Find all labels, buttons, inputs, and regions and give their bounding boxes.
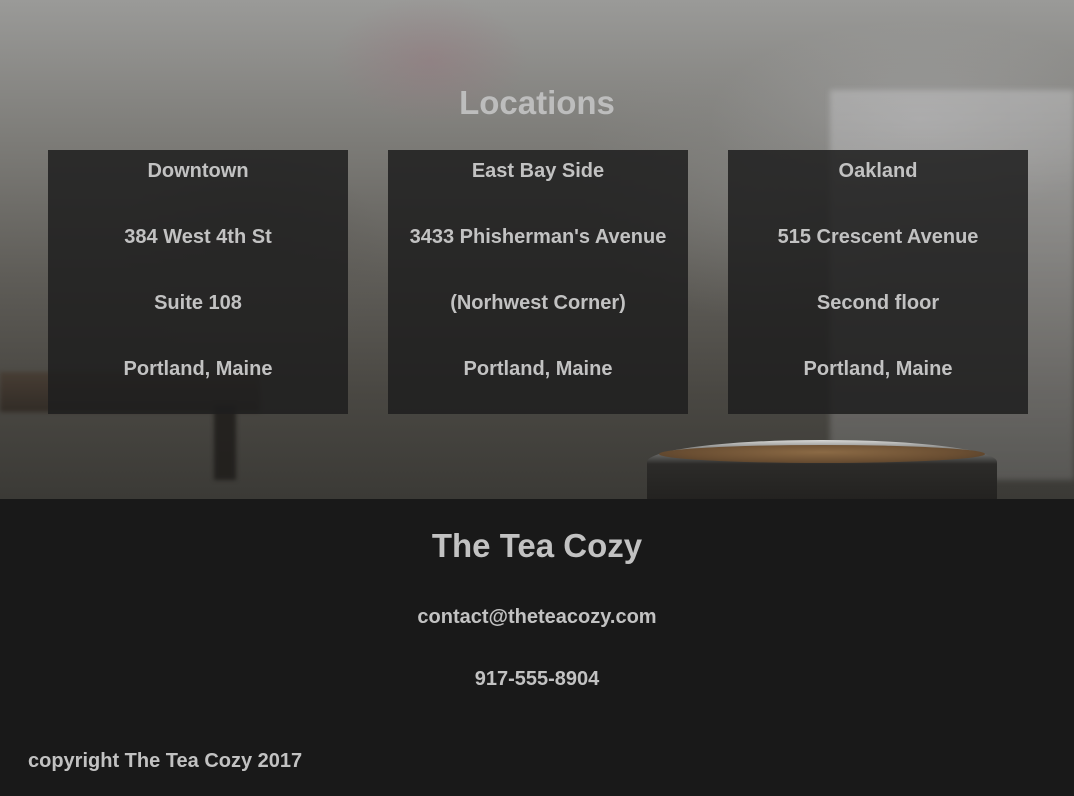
location-name: Downtown	[147, 160, 249, 182]
footer-email-link[interactable]: contact@theteacozy.com	[0, 606, 1074, 629]
footer-copyright: copyright The Tea Cozy 2017	[28, 750, 303, 772]
location-city: Portland, Maine	[803, 358, 953, 380]
location-city: Portland, Maine	[123, 358, 273, 380]
footer-brand: The Tea Cozy	[431, 527, 643, 564]
location-city: Portland, Maine	[463, 358, 613, 380]
location-address-line2: Suite 108	[154, 292, 242, 314]
location-address-line1: 3433 Phisherman's Avenue	[409, 226, 667, 248]
coffee-surface	[659, 445, 985, 463]
location-card-downtown: Downtown 384 West 4th St Suite 108 Portl…	[48, 150, 348, 414]
location-name: East Bay Side	[471, 160, 605, 182]
location-address-line2: (Norhwest Corner)	[450, 292, 626, 314]
location-address-line2: Second floor	[816, 292, 940, 314]
location-card-east-bay-side: East Bay Side 3433 Phisherman's Avenue (…	[388, 150, 688, 414]
background-bench-leg	[214, 405, 236, 480]
location-name: Oakland	[838, 160, 918, 182]
location-card-oakland: Oakland 515 Crescent Avenue Second floor…	[728, 150, 1028, 414]
site-footer: The Tea Cozy contact@theteacozy.com 917-…	[0, 499, 1074, 796]
coffee-cup-image	[647, 440, 997, 499]
location-address-line1: 384 West 4th St	[124, 226, 272, 248]
locations-title: Locations	[459, 84, 615, 121]
footer-phone: 917-555-8904	[474, 668, 600, 690]
locations-hero: Locations Downtown 384 West 4th St Suite…	[0, 0, 1074, 499]
location-address-line1: 515 Crescent Avenue	[777, 226, 979, 248]
